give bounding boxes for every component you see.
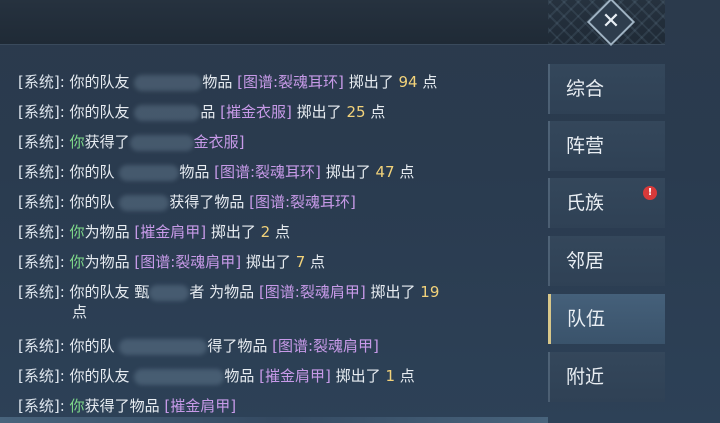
chat-message: [系统]: 你为物品 [摧金肩甲] 掷出了 2 点 — [18, 223, 290, 241]
obscured-name — [134, 74, 203, 91]
item-link[interactable]: [图谱:裂魂耳环] — [249, 193, 356, 211]
chat-message: [系统]: 你为物品 [图谱:裂魂肩甲] 掷出了 7 点 — [18, 253, 326, 271]
chat-message: [系统]: 你的队友 物品 [图谱:裂魂耳环] 掷出了 94 点 — [18, 73, 438, 91]
item-link[interactable]: [图谱:裂魂肩甲] — [259, 283, 366, 301]
item-link[interactable]: 金衣服] — [194, 133, 245, 151]
chat-message: [系统]: 你的队 获得了物品 [图谱:裂魂耳环] — [18, 193, 356, 211]
tab-clan[interactable]: 氏族 ! — [548, 178, 665, 228]
chat-message-wrap: 点 — [72, 303, 88, 321]
alert-badge-icon: ! — [643, 186, 657, 200]
item-link[interactable]: [摧金肩甲] — [134, 223, 206, 241]
tab-team[interactable]: 队伍 — [548, 294, 665, 344]
item-link[interactable]: [摧金衣服] — [220, 103, 292, 121]
chat-message: [系统]: 你的队 物品 [图谱:裂魂耳环] 掷出了 47 点 — [18, 163, 415, 181]
item-link[interactable]: [摧金肩甲] — [259, 367, 331, 385]
chat-message: [系统]: 你的队 得了物品 [图谱:裂魂肩甲] — [18, 337, 379, 355]
tab-faction[interactable]: 阵营 — [548, 121, 665, 171]
chat-message: [系统]: 你获得了 金衣服] — [18, 133, 245, 151]
tab-nearby[interactable]: 附近 — [548, 352, 665, 402]
chat-message: [系统]: 你的队友 甄者 为物品 [图谱:裂魂肩甲] 掷出了 19 — [18, 283, 440, 301]
chat-message: [系统]: 你获得了物品 [摧金肩甲] — [18, 397, 237, 415]
tab-neighbor[interactable]: 邻居 — [548, 236, 665, 286]
item-link[interactable]: [图谱:裂魂耳环] — [214, 163, 321, 181]
tab-general[interactable]: 综合 — [548, 64, 665, 114]
system-tag: [系统]: — [18, 73, 65, 91]
item-link[interactable]: [图谱:裂魂耳环] — [237, 73, 344, 91]
chat-message: [系统]: 你的队友 品 [摧金衣服] 掷出了 25 点 — [18, 103, 386, 121]
chat-message: [系统]: 你的队友 物品 [摧金肩甲] 掷出了 1 点 — [18, 367, 415, 385]
close-x-icon[interactable]: ✕ — [594, 5, 628, 39]
item-link[interactable]: [图谱:裂魂肩甲] — [134, 253, 241, 271]
item-link[interactable]: [图谱:裂魂肩甲] — [272, 337, 379, 355]
roll-number: 94 — [398, 73, 418, 91]
item-link[interactable]: [摧金肩甲] — [164, 397, 236, 415]
bottom-divider — [0, 417, 548, 423]
